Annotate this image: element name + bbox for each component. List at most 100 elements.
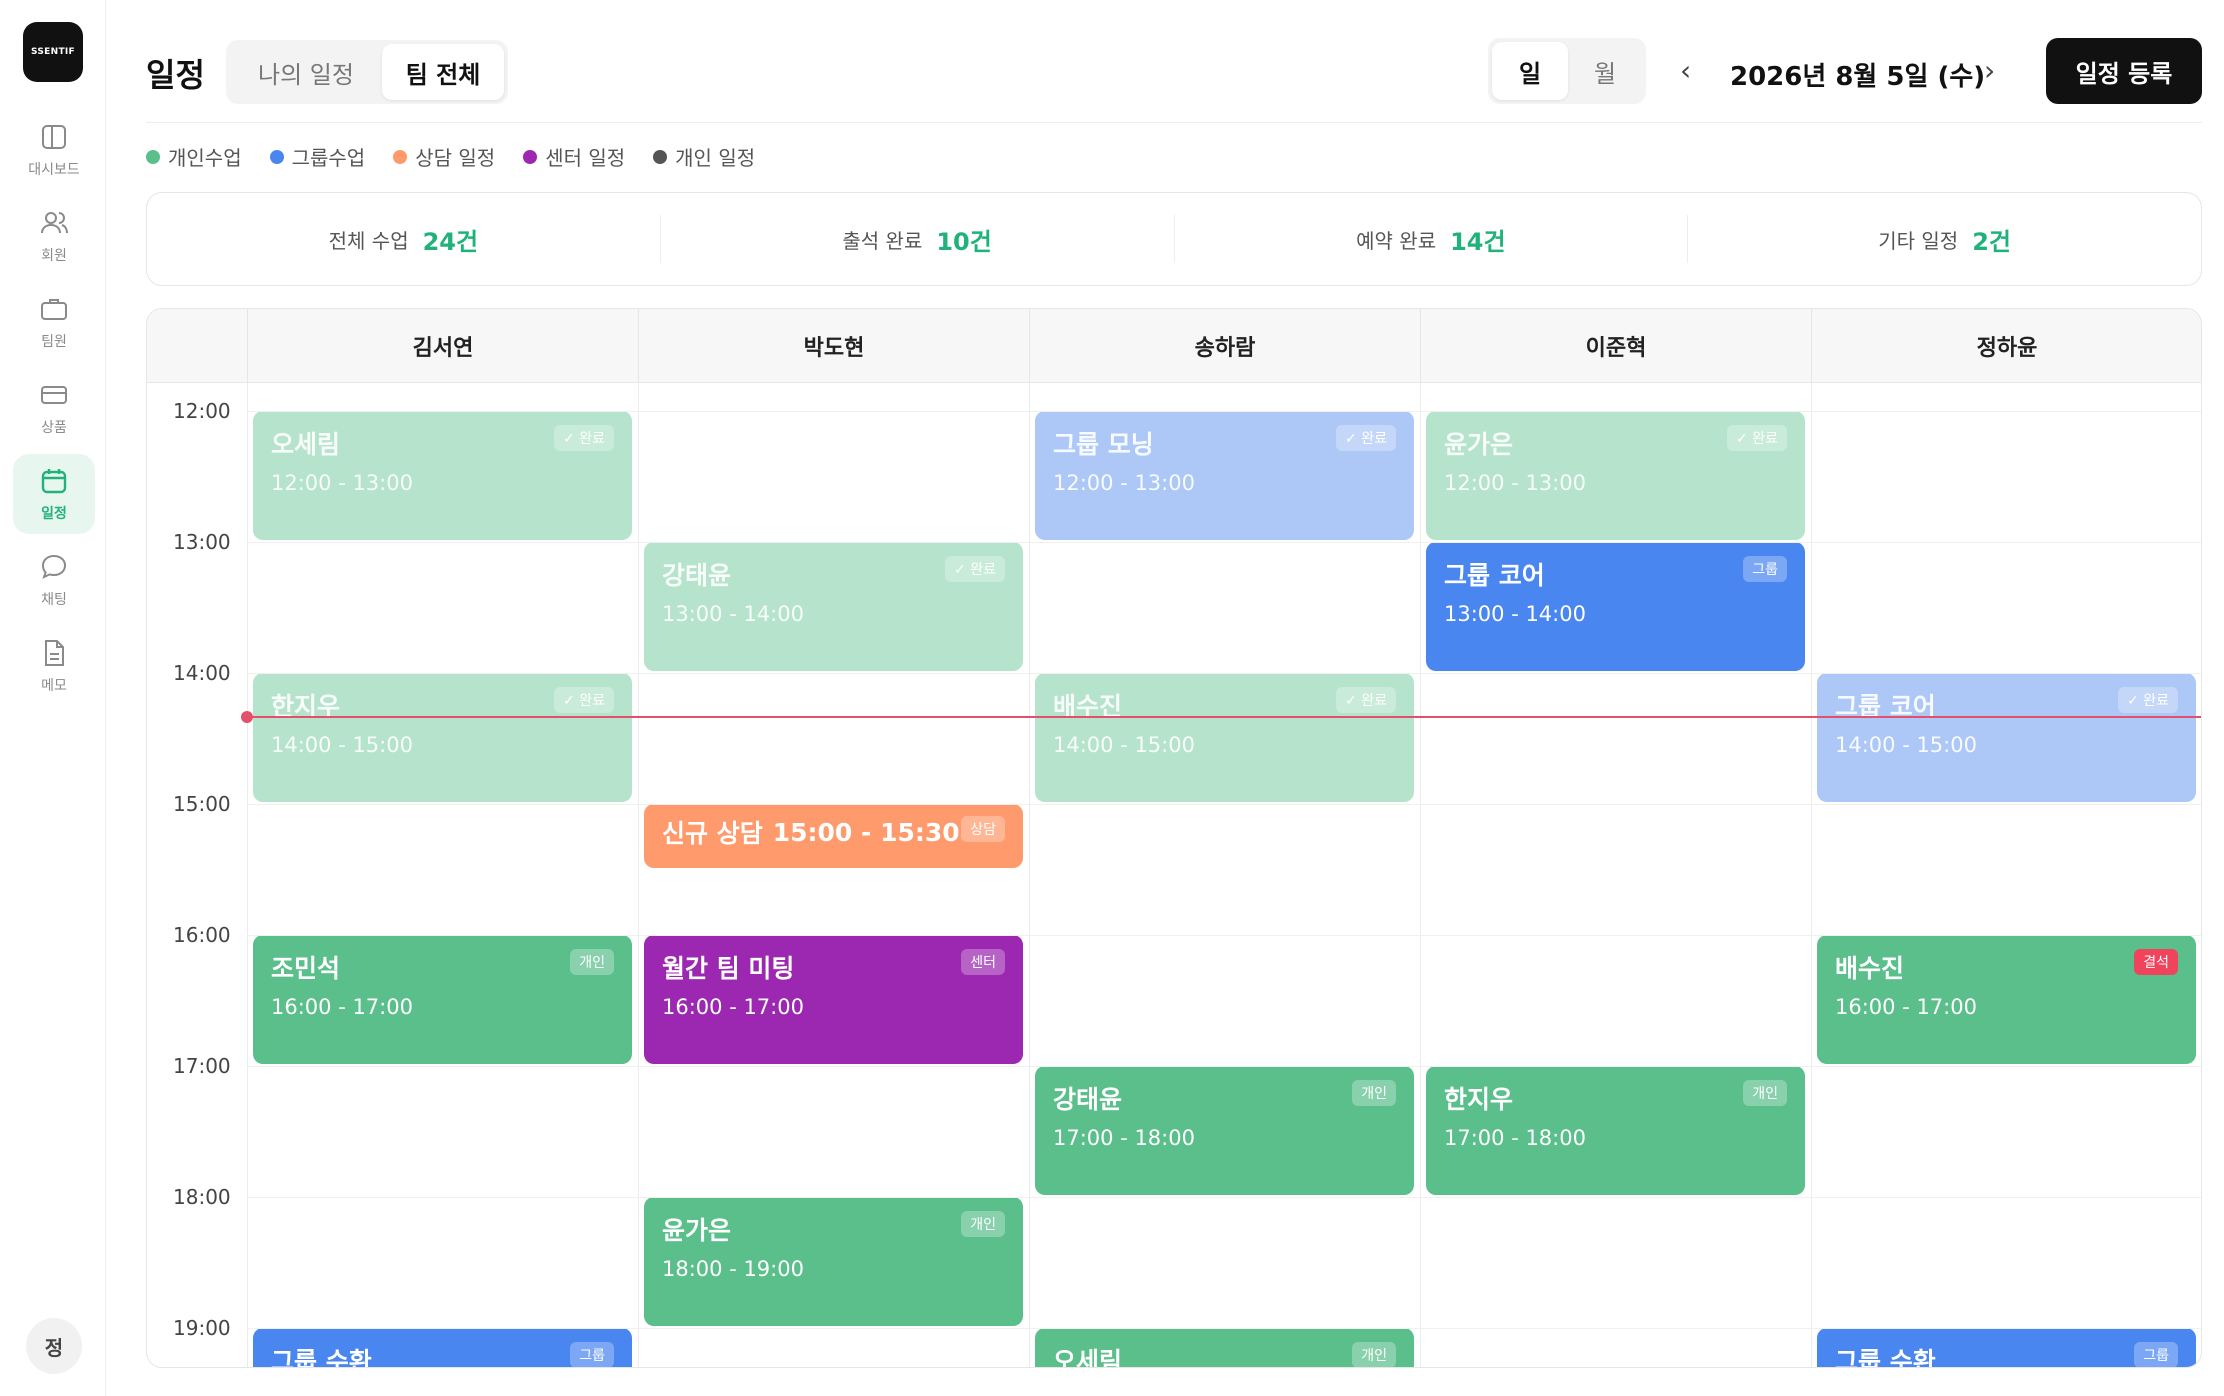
prev-date-button[interactable]: ‹: [1680, 54, 1691, 87]
legend: 개인수업 그룹수업 상담 일정 센터 일정 개인 일정: [146, 142, 755, 171]
time-label: 17:00: [173, 1054, 231, 1078]
schedule-grid: 김서연 박도현 송하람 이준혁 정하윤 오세림 12:00 - 13:00 ✓ 완료 한지우 1…: [146, 308, 2202, 1368]
event-card[interactable]: 신규 상담 15:00 - 15:30 상담: [644, 804, 1023, 868]
event-card[interactable]: 한지우 17:00 - 18:00 개인: [1426, 1066, 1805, 1195]
event-card[interactable]: 그룹 수환19:00 - 20:00그룹: [1817, 1328, 2196, 1368]
dashboard-icon: [42, 125, 66, 149]
sidebar-item-team[interactable]: 팀원: [13, 282, 95, 362]
event-card[interactable]: 조민석 16:00 - 17:00 개인: [253, 935, 632, 1064]
hour-line: [247, 1328, 2201, 1329]
hour-line: [247, 804, 2201, 805]
summary-attended: 출석 완료 10건: [659, 215, 1174, 263]
event-card[interactable]: 그룹 수환19:00 - 20:00그룹: [253, 1328, 632, 1368]
staff-column-header: 정하윤: [1811, 309, 2201, 383]
event-badge: ✓ 완료: [945, 556, 1005, 582]
sidebar-item-label: 메모: [41, 678, 67, 694]
event-time: 16:00 - 17:00: [662, 995, 804, 1019]
sidebar-item-label: 일정: [41, 506, 67, 522]
event-title: 그룹 수환: [271, 1347, 372, 1368]
event-badge: 그룹: [2134, 1342, 2178, 1367]
event-card[interactable]: 그룹 코어 14:00 - 15:00 ✓ 완료: [1817, 673, 2196, 802]
app-logo[interactable]: SSENTIF: [23, 22, 83, 82]
legend-dot: [393, 149, 408, 164]
column-divider: [1029, 383, 1030, 1367]
calendar-icon: [41, 469, 67, 494]
event-card[interactable]: 강태윤 13:00 - 14:00 ✓ 완료: [644, 542, 1023, 671]
sidebar-item-chat[interactable]: 채팅: [13, 540, 95, 620]
time-label: 15:00: [173, 792, 231, 816]
event-badge: 개인: [1352, 1080, 1396, 1106]
briefcase-icon: [41, 299, 67, 320]
page-title: 일정: [146, 56, 205, 94]
summary-booked: 예약 완료 14건: [1173, 215, 1688, 263]
hour-line: [247, 1197, 2201, 1198]
chat-icon: [41, 554, 67, 579]
event-time: 16:00 - 17:00: [271, 995, 413, 1019]
summary-total: 전체 수업 24건: [147, 215, 660, 263]
tab-month[interactable]: 월: [1568, 42, 1642, 100]
tab-my-schedule[interactable]: 나의 일정: [230, 44, 382, 100]
sidebar-item-label: 채팅: [41, 592, 67, 608]
event-title: 그룹 코어: [1444, 561, 1545, 590]
sidebar-item-memo[interactable]: 메모: [13, 626, 95, 706]
event-time: 13:00 - 14:00: [662, 602, 804, 626]
event-time: 17:00 - 18:00: [1053, 1126, 1195, 1150]
tab-day[interactable]: 일: [1492, 42, 1568, 100]
event-card[interactable]: 그룹 코어 13:00 - 14:00 그룹: [1426, 542, 1805, 671]
sidebar-item-label: 상품: [41, 420, 67, 436]
sidebar: SSENTIF 대시보드 회원 팀원 상품 일정 채팅 메모 정: [0, 0, 106, 1396]
event-title: 신규 상담: [662, 819, 763, 848]
tab-team-all[interactable]: 팀 전체: [382, 44, 504, 100]
event-card[interactable]: 배수진 14:00 - 15:00 ✓ 완료: [1035, 673, 1414, 802]
summary-label: 전체 수업: [328, 228, 409, 253]
column-divider: [247, 383, 248, 1367]
sidebar-item-members[interactable]: 회원: [13, 196, 95, 276]
event-time: 12:00 - 13:00: [271, 471, 413, 495]
hour-line: [247, 935, 2201, 936]
legend-label: 센터 일정: [545, 146, 626, 170]
legend-label: 개인 일정: [675, 146, 756, 170]
event-title: 그룹 수환: [1835, 1347, 1936, 1368]
time-label: 16:00: [173, 923, 231, 947]
time-label: 19:00: [173, 1316, 231, 1340]
current-date: 2026년 8월 5일 (수): [1730, 62, 1986, 92]
event-title: 오세림: [1053, 1347, 1123, 1368]
time-label: 13:00: [173, 530, 231, 554]
sidebar-item-dashboard[interactable]: 대시보드: [13, 110, 95, 190]
event-card[interactable]: 한지우 14:00 - 15:00 ✓ 완료: [253, 673, 632, 802]
event-card[interactable]: 윤가은 12:00 - 13:00 ✓ 완료: [1426, 411, 1805, 540]
event-title: 배수진: [1835, 954, 1905, 983]
event-card[interactable]: 월간 팀 미팅 16:00 - 17:00 센터: [644, 935, 1023, 1064]
event-card[interactable]: 배수진 16:00 - 17:00 결석: [1817, 935, 2196, 1064]
event-badge: ✓ 완료: [554, 687, 614, 713]
users-icon: [41, 212, 68, 234]
event-badge: 결석: [2134, 949, 2178, 975]
event-card[interactable]: 오세림 12:00 - 13:00 ✓ 완료: [253, 411, 632, 540]
event-badge: 그룹: [570, 1342, 614, 1367]
event-badge: 상담: [961, 816, 1005, 842]
current-time-line: [247, 715, 2201, 718]
legend-dot: [269, 149, 284, 164]
event-card[interactable]: 오세림19:00 - 20:00개인: [1035, 1328, 1414, 1368]
sidebar-item-products[interactable]: 상품: [13, 368, 95, 448]
legend-label: 개인수업: [168, 146, 242, 170]
column-divider: [1811, 383, 1812, 1367]
event-card[interactable]: 강태윤 17:00 - 18:00 개인: [1035, 1066, 1414, 1195]
add-schedule-button[interactable]: 일정 등록: [2046, 38, 2202, 104]
legend-label: 상담 일정: [415, 146, 496, 170]
sidebar-item-label: 팀원: [41, 334, 67, 350]
sidebar-item-schedule[interactable]: 일정: [13, 454, 95, 534]
summary-value: 24건: [422, 227, 479, 256]
event-card[interactable]: 윤가은 18:00 - 19:00 개인: [644, 1197, 1023, 1326]
event-badge: 개인: [1352, 1342, 1396, 1367]
legend-label: 그룹수업: [291, 146, 366, 170]
sidebar-item-label: 대시보드: [28, 162, 80, 178]
summary-label: 기타 일정: [1878, 228, 1959, 253]
event-badge: ✓ 완료: [554, 425, 614, 451]
event-card[interactable]: 그룹 모닝 12:00 - 13:00 ✓ 완료: [1035, 411, 1414, 540]
next-date-button[interactable]: ›: [1984, 54, 1995, 87]
event-title: 월간 팀 미팅: [662, 954, 795, 983]
time-label: 12:00: [173, 399, 231, 423]
summary-value: 14건: [1450, 227, 1506, 256]
user-avatar[interactable]: 정: [26, 1318, 82, 1374]
